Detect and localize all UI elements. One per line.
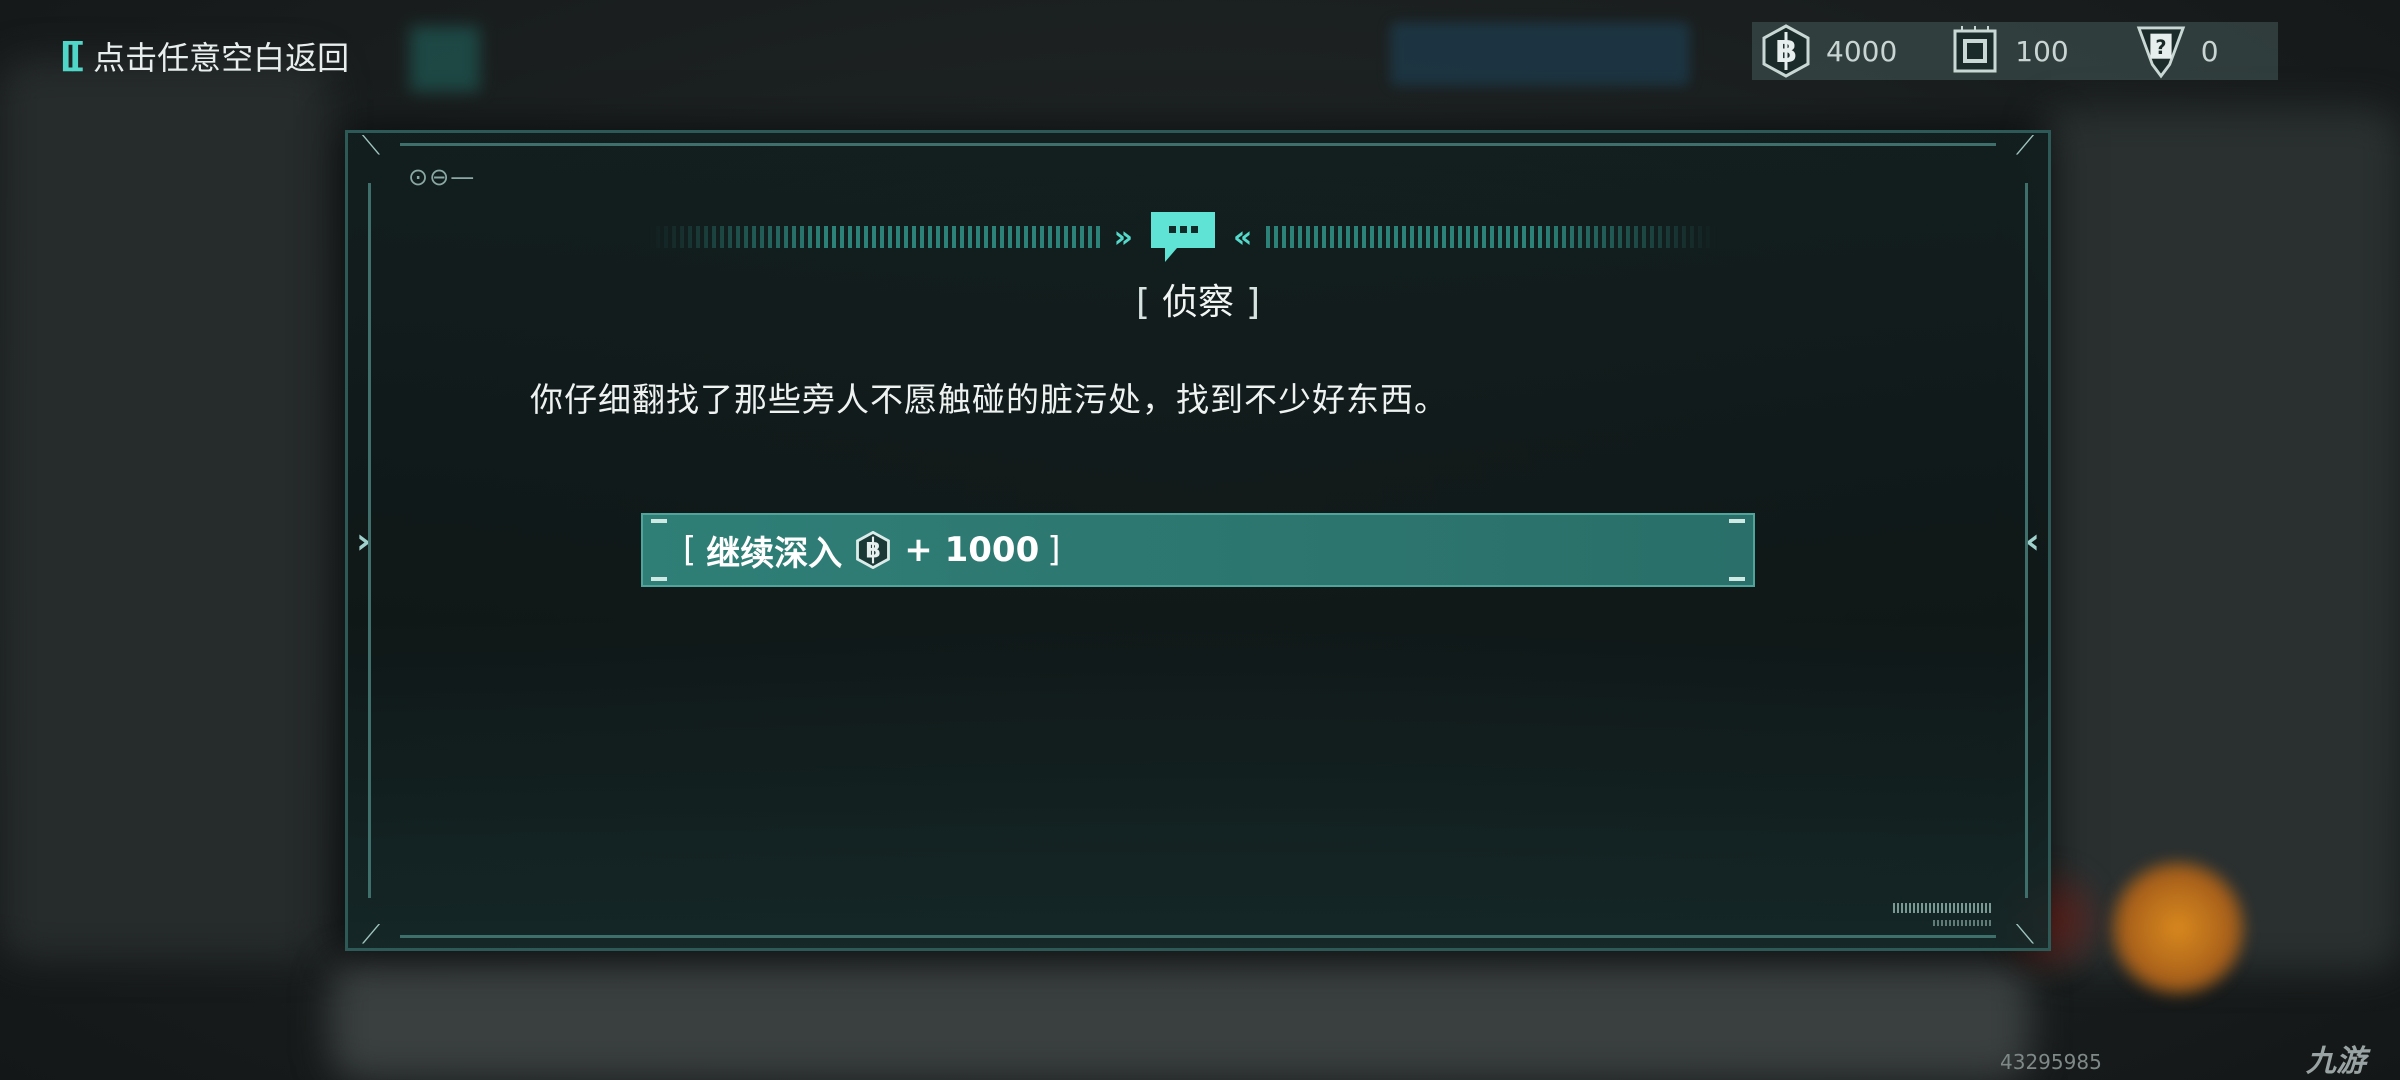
- dialog-header-strip: » «: [648, 212, 1718, 262]
- choice-right-bracket: ]: [1047, 530, 1061, 570]
- watermark-logo: 九游: [2306, 1044, 2366, 1079]
- choice-left-bracket: [: [683, 530, 697, 570]
- coin-icon: B: [1760, 24, 1812, 78]
- barcode-decoration: [1893, 903, 1993, 913]
- coin-icon: B: [854, 531, 892, 569]
- choice-corner-tick: [651, 577, 667, 581]
- header-stripe-right: [1266, 226, 1718, 248]
- choice-reward: + 1000: [904, 530, 1040, 570]
- chevron-left-icon: ‹: [2025, 521, 2040, 562]
- title-right-bracket: ]: [1246, 282, 1261, 323]
- double-chevron-right-icon: »: [1113, 219, 1133, 255]
- dialog-title: [ 侦察]: [348, 273, 2048, 325]
- resource-coin: B 4000: [1760, 22, 1897, 80]
- choice-continue-button[interactable]: [ 继续深入 B + 1000 ]: [641, 513, 1755, 587]
- background-orange-item: [2108, 858, 2248, 998]
- choice-label: [ 继续深入 B + 1000 ]: [683, 526, 1061, 575]
- chip-icon: [1949, 25, 2001, 77]
- resource-bar: B 4000 100: [1752, 22, 2278, 80]
- event-dialog: ⟍ ⟋ ⟋ ⟍ › ‹ ⊙⊖— » « [ 侦察] 你仔细翻找了那些旁人不愿触碰的…: [345, 130, 2051, 951]
- background-left-blur: [0, 60, 330, 960]
- dialog-body-text: 你仔细翻找了那些旁人不愿触碰的脏污处，找到不少好东西。: [530, 380, 1448, 419]
- double-chevron-left-icon: «: [1233, 219, 1253, 255]
- choice-corner-tick: [1729, 519, 1745, 523]
- header-stripe-left: [648, 226, 1100, 248]
- corner-bottom-left-icon: ⟋: [361, 920, 381, 950]
- frame-bottom-line: [400, 935, 1996, 938]
- corner-top-left-icon: ⟍: [361, 131, 381, 161]
- frame-top-line: [400, 143, 1996, 146]
- speech-bubble-icon: [1147, 208, 1219, 266]
- dialog-title-text: 侦察: [1161, 282, 1234, 323]
- user-id: 43295985: [2000, 1050, 2102, 1074]
- resource-mystery-card: ? 0: [2135, 22, 2219, 80]
- chevron-right-icon: ›: [356, 521, 371, 562]
- background-button-blur: [1390, 22, 1690, 86]
- barcode-decoration-small: [1933, 920, 1993, 926]
- tap-to-return[interactable]: [[ 点击任意空白返回: [60, 34, 349, 78]
- corner-bottom-right-icon: ⟍: [2015, 920, 2035, 950]
- coin-value: 4000: [1826, 34, 1898, 68]
- mystery-card-value: 0: [2200, 34, 2219, 68]
- svg-text:?: ?: [2155, 36, 2166, 59]
- title-left-bracket: [: [1135, 282, 1150, 323]
- background-right-blur: [2040, 110, 2400, 970]
- bracket-icon: [[: [60, 36, 85, 76]
- background-square-blur: [410, 26, 480, 92]
- choice-corner-tick: [651, 519, 667, 523]
- mystery-card-icon: ?: [2135, 25, 2187, 79]
- panel-id-marker: ⊙⊖—: [408, 163, 476, 191]
- corner-top-right-icon: ⟋: [2015, 131, 2035, 161]
- chip-value: 100: [2015, 34, 2069, 68]
- return-hint-text: 点击任意空白返回: [93, 39, 350, 77]
- choice-corner-tick: [1729, 577, 1745, 581]
- resource-chip: 100: [1949, 22, 2069, 80]
- background-bottom-blur: [330, 960, 2030, 1080]
- game-screen[interactable]: [[ 点击任意空白返回 B 4000: [0, 0, 2400, 1080]
- choice-text: 继续深入: [706, 533, 843, 574]
